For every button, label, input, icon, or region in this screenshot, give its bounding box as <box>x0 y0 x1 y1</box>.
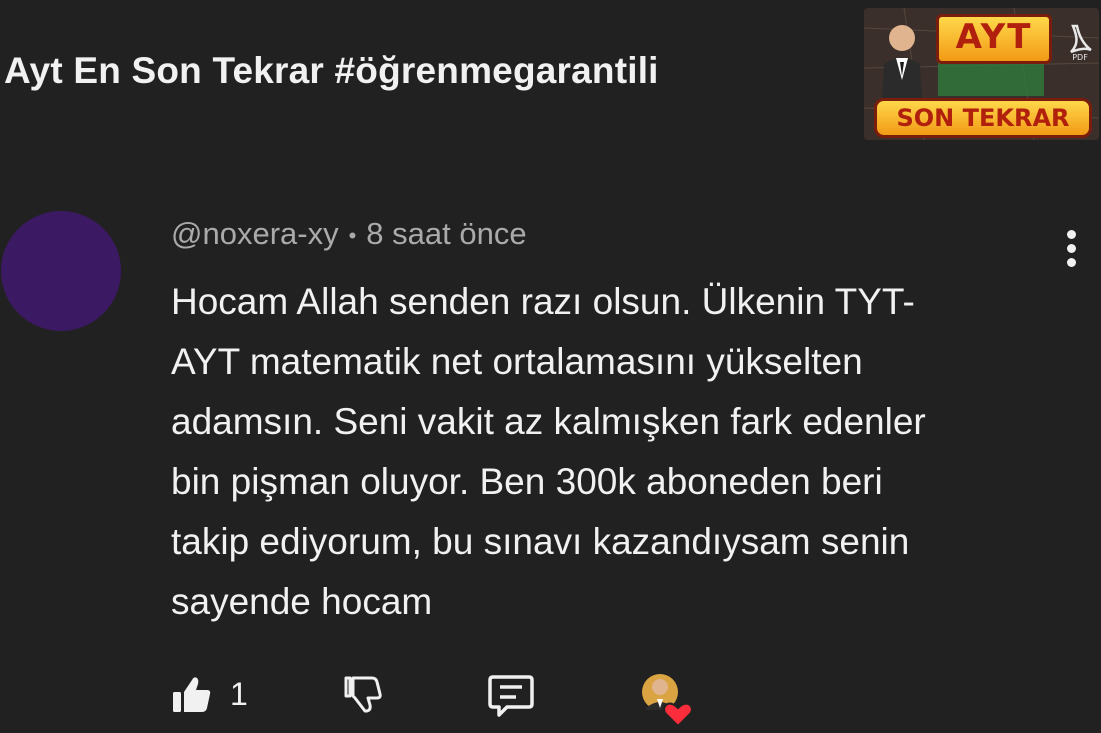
more-vert-icon[interactable] <box>1054 226 1090 270</box>
comment-text-line: bin pişman oluyor. Ben 300k aboneden ber… <box>171 461 883 502</box>
meta-separator: • <box>348 222 357 248</box>
creator-heart[interactable] <box>640 672 696 728</box>
comment-text: Hocam Allah senden razı olsun. Ülkenin T… <box>171 272 1071 632</box>
creator-heart-icon <box>642 674 693 728</box>
comment-text-line: sayende hocam <box>171 581 433 622</box>
comment-time: 8 saat önce <box>366 216 527 251</box>
comment-meta: @noxera-xy • 8 saat önce <box>171 216 527 252</box>
thumbs-up-icon <box>173 677 211 712</box>
comment-text-line: AYT matematik net ortalamasını yükselten <box>171 341 863 382</box>
comment-text-line: Hocam Allah senden razı olsun. Ülkenin T… <box>171 281 915 322</box>
comment-action-bar: 1 <box>0 668 1101 728</box>
like-button[interactable] <box>170 672 218 716</box>
thumbnail-brand-top: AYT <box>936 14 1052 64</box>
thumbnail-brand-bottom: SON TEKRAR <box>874 98 1092 138</box>
video-header: Ayt En Son Tekrar #öğrenmegarantili AYT … <box>0 0 1101 150</box>
presenter-image <box>882 25 922 100</box>
comment: @noxera-xy • 8 saat önce Hocam Allah sende… <box>0 190 1101 724</box>
comment-text-line: takip ediyorum, bu sınavı kazandıysam se… <box>171 521 910 562</box>
comment-text-line: adamsın. Seni vakit az kalmışken fark ed… <box>171 401 926 442</box>
reply-comment-icon <box>488 675 534 717</box>
reply-button[interactable] <box>487 672 535 717</box>
thumbs-down-icon <box>344 676 382 713</box>
video-thumbnail[interactable]: AYT SON TEKRAR PDF <box>864 8 1099 140</box>
comment-author[interactable]: @noxera-xy <box>171 216 339 251</box>
video-title[interactable]: Ayt En Son Tekrar #öğrenmegarantili <box>4 50 659 92</box>
avatar[interactable] <box>1 211 121 331</box>
pdf-icon: PDF <box>1070 24 1092 62</box>
pdf-label: PDF <box>1072 53 1088 62</box>
dislike-button[interactable] <box>342 672 386 716</box>
like-count: 1 <box>230 676 248 712</box>
